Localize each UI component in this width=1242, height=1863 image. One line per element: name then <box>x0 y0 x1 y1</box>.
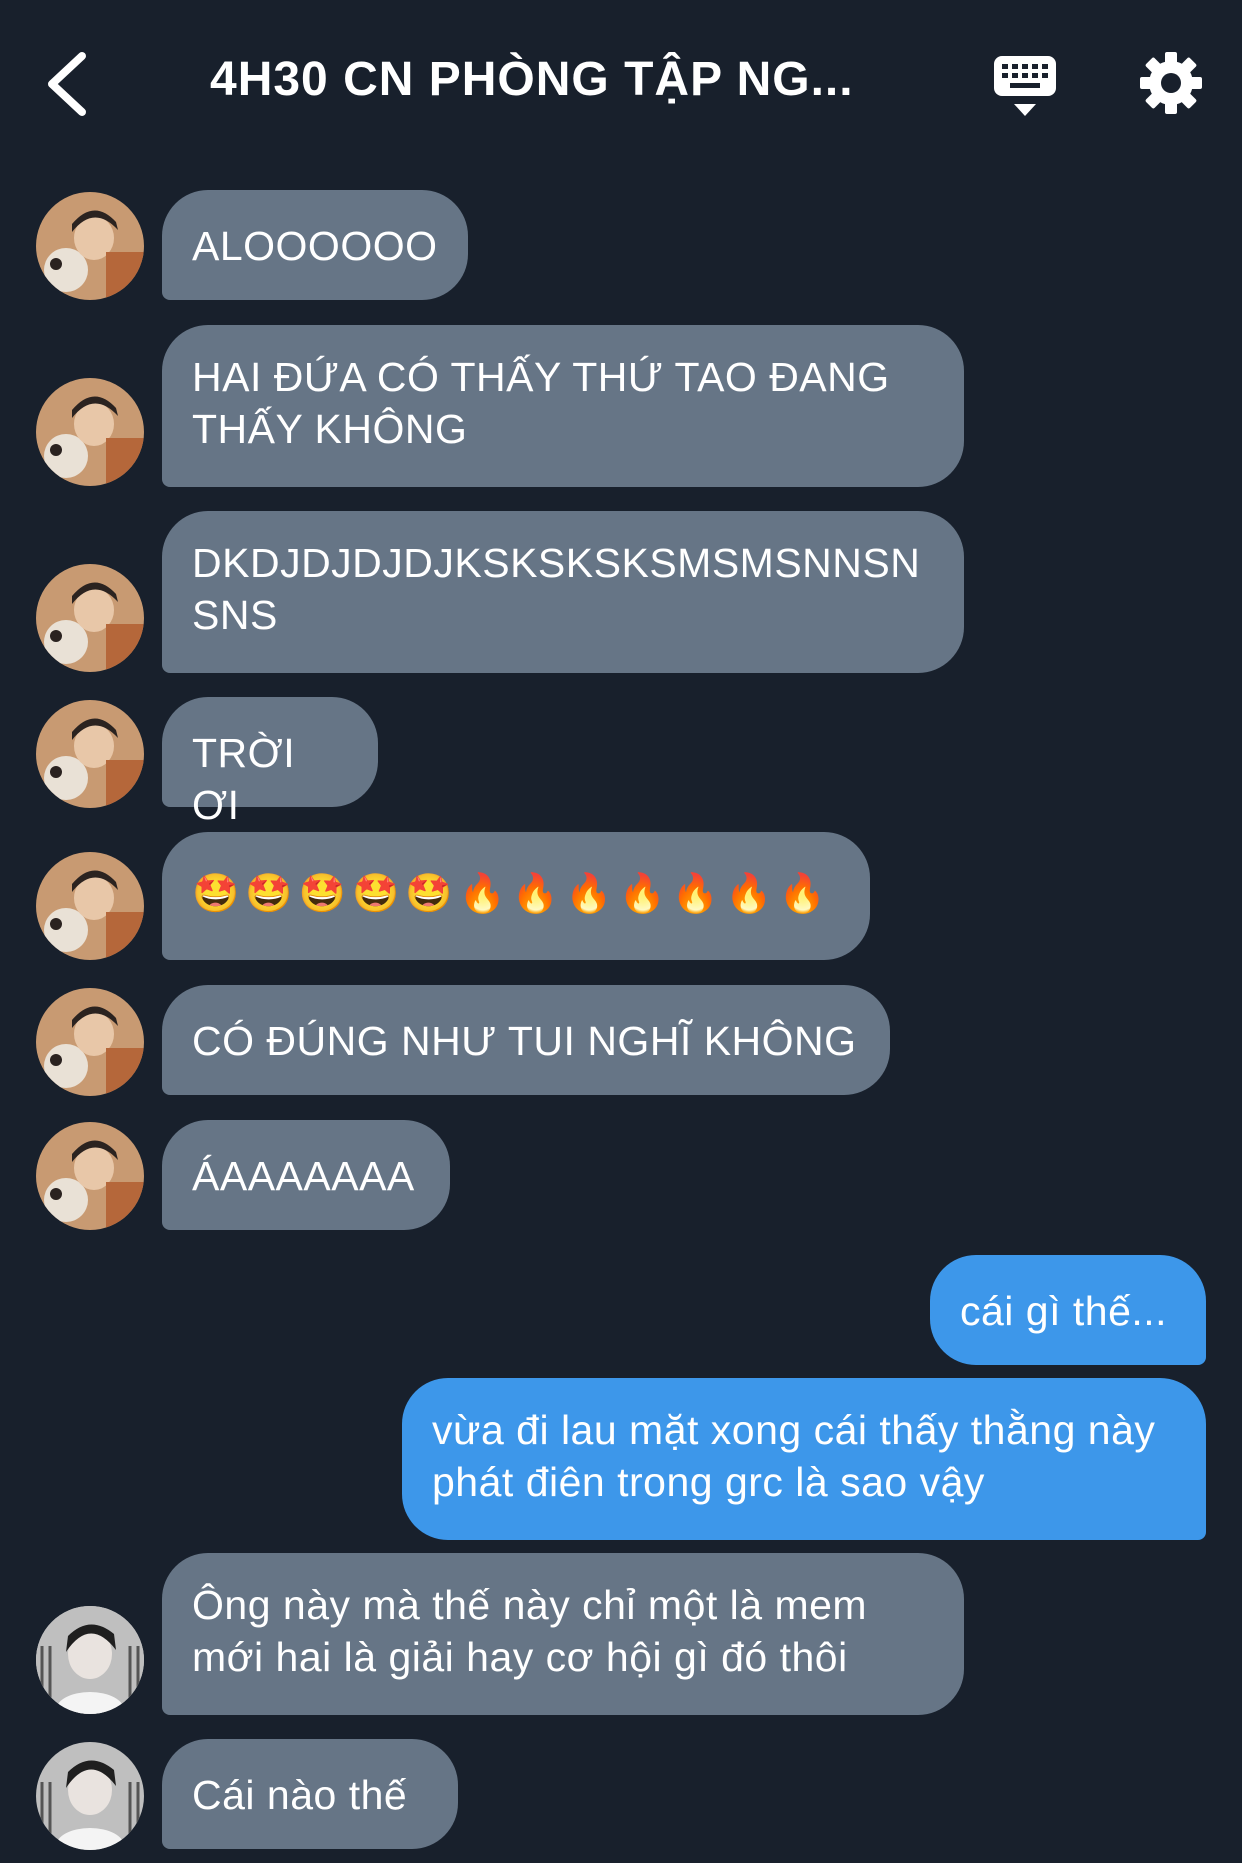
avatar[interactable] <box>36 988 144 1096</box>
keyboard-button[interactable] <box>990 52 1060 122</box>
keyboard-icon <box>994 56 1056 116</box>
avatar[interactable] <box>36 564 144 672</box>
avatar[interactable] <box>36 852 144 960</box>
message-bubble[interactable]: HAI ĐỨA CÓ THẤY THỨ TAO ĐANG THẤY KHÔNG <box>162 325 964 487</box>
chevron-left-icon <box>48 52 86 116</box>
message-bubble[interactable]: TRỜI ƠI <box>162 697 378 828</box>
avatar[interactable] <box>36 1606 144 1714</box>
chat-title[interactable]: 4H30 CN PHÒNG TẬP NG... <box>210 52 910 107</box>
message-bubble[interactable]: ÁAAAAAAA <box>162 1120 450 1230</box>
avatar[interactable] <box>36 192 144 300</box>
message-bubble[interactable]: DKDJDJDJDJKSKSKSKSMSMSNNSN SNS <box>162 511 964 673</box>
avatar[interactable] <box>36 700 144 808</box>
avatar[interactable] <box>36 1122 144 1230</box>
gear-icon <box>1140 52 1202 114</box>
message-bubble[interactable]: Cái nào thế <box>162 1739 458 1849</box>
message-bubble-sent[interactable]: cái gì thế... <box>930 1255 1206 1365</box>
chat-header: 4H30 CN PHÒNG TẬP NG... <box>0 0 1242 170</box>
avatar[interactable] <box>36 378 144 486</box>
back-button[interactable] <box>40 44 110 124</box>
message-bubble[interactable]: Ông này mà thế này chỉ một là mem mới ha… <box>162 1553 964 1715</box>
message-bubble[interactable]: CÓ ĐÚNG NHƯ TUI NGHĨ KHÔNG <box>162 985 890 1095</box>
avatar[interactable] <box>36 1742 144 1850</box>
message-bubble[interactable]: ALOOOOOO <box>162 190 468 300</box>
message-bubble-sent[interactable]: vừa đi lau mặt xong cái thấy thằng này p… <box>402 1378 1206 1540</box>
message-bubble[interactable]: 🤩🤩🤩🤩🤩🔥🔥🔥🔥🔥🔥🔥 <box>162 832 870 960</box>
settings-button[interactable] <box>1138 50 1204 116</box>
